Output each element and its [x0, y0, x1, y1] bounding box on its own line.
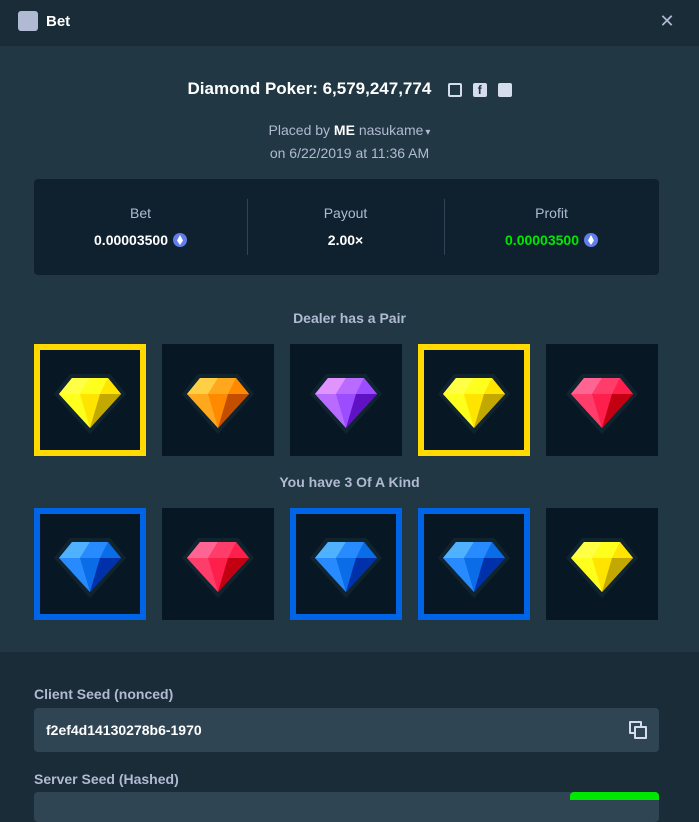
gem-card-purple	[290, 344, 402, 456]
gem-card-yellow	[418, 344, 530, 456]
user-prefix: ME	[333, 122, 355, 138]
dealer-hand-label: Dealer has a Pair	[293, 310, 406, 326]
username-link[interactable]: nasukame	[359, 122, 424, 138]
gem-card-red	[162, 508, 274, 620]
game-title-row: Diamond Poker: 6,579,247,774 f	[0, 79, 699, 100]
payout-label: Payout	[323, 205, 368, 221]
copy-icon[interactable]	[448, 83, 463, 98]
bet-label: Bet	[129, 205, 151, 221]
modal-title: Bet	[46, 13, 71, 30]
blue-gem-icon	[438, 538, 510, 598]
server-seed-label: Server Seed (Hashed)	[34, 771, 179, 787]
facebook-icon[interactable]: f	[472, 83, 487, 98]
stat-profit: Profit 0.00003500	[444, 179, 659, 275]
bet-list-icon	[18, 11, 38, 31]
client-seed-label: Client Seed (nonced)	[34, 686, 174, 702]
chevron-down-icon[interactable]: ▾	[425, 127, 430, 138]
gem-card-blue	[290, 508, 402, 620]
yellow-gem-icon	[438, 374, 510, 434]
bet-value-row: 0.00003500	[34, 232, 247, 248]
verify-button[interactable]	[570, 792, 659, 800]
orange-gem-icon	[182, 374, 254, 434]
stat-bet: Bet 0.00003500	[34, 179, 247, 275]
placed-by-row: Placed by ME nasukame ▾	[0, 122, 699, 138]
client-seed-value: f2ef4d14130278b6-1970	[46, 722, 202, 738]
gem-card-blue	[418, 508, 530, 620]
yellow-gem-icon	[566, 538, 638, 598]
profit-value: 0.00003500	[505, 232, 579, 248]
bet-date: on 6/22/2019 at 11:36 AM	[269, 145, 430, 161]
ethereum-icon	[172, 233, 187, 247]
gem-card-orange	[162, 344, 274, 456]
profit-label: Profit	[535, 205, 568, 221]
gem-card-yellow	[546, 508, 658, 620]
bet-value: 0.00003500	[94, 232, 168, 248]
game-title: Diamond Poker: 6,579,247,774	[187, 79, 432, 98]
copy-icon[interactable]	[629, 721, 647, 739]
player-hand-label: You have 3 Of A Kind	[279, 474, 420, 490]
purple-gem-icon	[310, 374, 382, 434]
client-seed-field[interactable]: f2ef4d14130278b6-1970	[34, 708, 659, 752]
twitter-icon[interactable]	[497, 83, 512, 98]
bet-modal: Bet ✕ Diamond Poker: 6,579,247,774 f Pla…	[0, 0, 699, 822]
yellow-gem-icon	[54, 374, 126, 434]
gem-card-blue	[34, 508, 146, 620]
payout-value: 2.00×	[327, 232, 364, 248]
server-seed-field[interactable]	[34, 792, 659, 822]
modal-header: Bet ✕	[0, 0, 699, 46]
blue-gem-icon	[54, 538, 126, 598]
stats-panel: Bet 0.00003500 Payout 2.00× Profit 0.000…	[34, 179, 659, 275]
blue-gem-icon	[310, 538, 382, 598]
red-gem-icon	[182, 538, 254, 598]
red-gem-icon	[566, 374, 638, 434]
gem-card-red	[546, 344, 658, 456]
placed-by-label: Placed by	[268, 122, 331, 138]
gem-card-yellow	[34, 344, 146, 456]
profit-value-row: 0.00003500	[444, 232, 659, 248]
close-button[interactable]: ✕	[656, 10, 678, 32]
stat-payout: Payout 2.00×	[247, 179, 444, 275]
ethereum-icon	[583, 233, 598, 247]
